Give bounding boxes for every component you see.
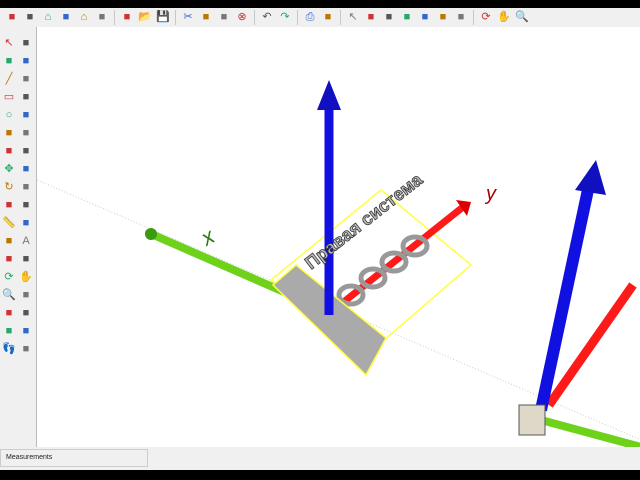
xray-icon[interactable]: ■ [363, 10, 379, 25]
measurements-label: Measurements [6, 454, 53, 461]
main-toolbar: ■ ■ ⌂ ■ ⌂ ■ ■ 📂 💾 ✂ ■ ■ ⊗ ↶ ↷ ⎙ ■ ↖ ■ ■ ■ ■ ■ ■ ⟳ ✋ 🔍 [0, 8, 640, 27]
circle-icon[interactable]: ○ [1, 107, 17, 124]
two-point-arc-icon[interactable]: ■ [1, 143, 17, 160]
rotated-rectangle-icon[interactable]: ■ [18, 89, 34, 106]
move-icon[interactable]: ✥ [1, 161, 17, 178]
3d-text-icon[interactable]: ■ [18, 251, 34, 268]
select-icon[interactable]: ↖ [1, 35, 17, 52]
eraser-icon[interactable]: ■ [18, 53, 34, 70]
look-around-icon[interactable]: ■ [18, 323, 34, 340]
tape-measure-icon[interactable]: 📏 [1, 215, 17, 232]
measurements-box[interactable]: Measurements [0, 449, 148, 467]
left-toolbar: ↖ ■ ■ ■ ╱ ■ ▭ ■ ○ ■ ■ ■ ■ ■ ✥ ■ ↻ ■ ■ ■ 📏 ■ ■ A ■ ■ ⟳ ✋ 🔍 ■ ■ ■ ■ ■ 👣 ■ [0, 27, 36, 447]
freehand-icon[interactable]: ■ [18, 71, 34, 88]
zoom-window-icon[interactable]: ■ [18, 287, 34, 304]
select-icon[interactable]: ↖ [345, 10, 361, 25]
follow-me-icon[interactable]: ■ [18, 179, 34, 196]
rotate-icon[interactable]: ↻ [1, 179, 17, 196]
monochrome-icon[interactable]: ■ [453, 10, 469, 25]
erase-icon[interactable]: ⊗ [234, 10, 250, 25]
paste-icon[interactable]: ■ [216, 10, 232, 25]
open-icon[interactable]: 📂 [137, 10, 153, 25]
orbit-icon[interactable]: ⟳ [1, 269, 17, 286]
redo-icon[interactable]: ↷ [277, 10, 293, 25]
top-view-icon[interactable]: ■ [94, 10, 110, 25]
house-icon[interactable]: ⌂ [76, 10, 92, 25]
toolbar-separator [340, 10, 341, 25]
offset-icon[interactable]: ■ [18, 197, 34, 214]
home-icon[interactable]: ⌂ [40, 10, 56, 25]
status-bar: Measurements [0, 447, 640, 470]
orbit-icon[interactable]: ⟳ [478, 10, 494, 25]
green-axis-right [539, 416, 640, 451]
paint-bucket-icon[interactable]: ■ [1, 53, 17, 70]
pie-icon[interactable]: ■ [18, 125, 34, 142]
toolbar-separator [114, 10, 115, 25]
print-icon[interactable]: ⎙ [302, 10, 318, 25]
three-point-arc-icon[interactable]: ■ [18, 143, 34, 160]
zoom-icon[interactable]: 🔍 [514, 10, 530, 25]
get-models-icon[interactable]: ■ [4, 10, 20, 25]
make-component-icon[interactable]: ■ [18, 35, 34, 52]
zoom-extents-icon[interactable]: ■ [1, 305, 17, 322]
undo-icon[interactable]: ↶ [259, 10, 275, 25]
wireframe-icon[interactable]: ■ [381, 10, 397, 25]
pan-icon[interactable]: ✋ [496, 10, 512, 25]
y-axis-label: y [484, 183, 497, 205]
pan-icon[interactable]: ✋ [18, 269, 34, 286]
protractor-icon[interactable]: ■ [1, 233, 17, 250]
zoom-icon[interactable]: 🔍 [1, 287, 17, 304]
x-axis-label: x [196, 223, 220, 251]
position-camera-icon[interactable]: ■ [1, 323, 17, 340]
textured-icon[interactable]: ■ [435, 10, 451, 25]
scale-icon[interactable]: ■ [1, 197, 17, 214]
hidden-line-icon[interactable]: ■ [399, 10, 415, 25]
3d-viewport[interactable]: x y Правая система [36, 27, 640, 451]
toolbar-separator [297, 10, 298, 25]
toolbar-separator [175, 10, 176, 25]
previous-view-icon[interactable]: ■ [18, 305, 34, 322]
save-icon[interactable]: 💾 [155, 10, 171, 25]
axes-icon[interactable]: ■ [1, 251, 17, 268]
arc-icon[interactable]: ■ [1, 125, 17, 142]
components-icon[interactable]: ■ [22, 10, 38, 25]
polygon-icon[interactable]: ■ [18, 107, 34, 124]
line-icon[interactable]: ╱ [1, 71, 17, 88]
cut-icon[interactable]: ✂ [180, 10, 196, 25]
toolbar-separator [254, 10, 255, 25]
rectangle-icon[interactable]: ▭ [1, 89, 17, 106]
shaded-icon[interactable]: ■ [417, 10, 433, 25]
dimension-icon[interactable]: ■ [18, 215, 34, 232]
toolbar-separator [473, 10, 474, 25]
push-pull-icon[interactable]: ■ [18, 161, 34, 178]
copy-icon[interactable]: ■ [198, 10, 214, 25]
model-info-icon[interactable]: ■ [320, 10, 336, 25]
green-axis-left [145, 229, 295, 299]
text-icon[interactable]: A [18, 233, 34, 250]
origin-cube [518, 404, 546, 436]
3d-text-label: Правая система [301, 169, 427, 273]
front-view-icon[interactable]: ■ [58, 10, 74, 25]
walk-icon[interactable]: 👣 [1, 341, 17, 358]
section-plane-icon[interactable]: ■ [18, 341, 34, 358]
new-icon[interactable]: ■ [119, 10, 135, 25]
